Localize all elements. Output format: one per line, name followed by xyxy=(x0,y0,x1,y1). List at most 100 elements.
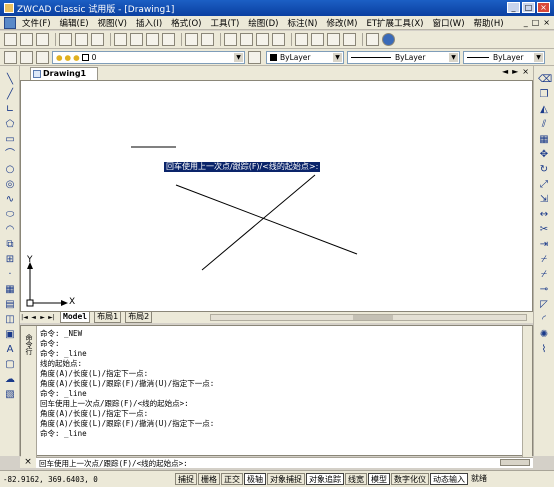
rotate-icon[interactable]: ↻ xyxy=(538,164,550,176)
print-icon[interactable] xyxy=(59,33,72,46)
extend-icon[interactable]: ⇥ xyxy=(538,239,550,251)
tab-layout2[interactable]: 布局2 xyxy=(125,312,153,323)
command-horizontal-scrollbar[interactable] xyxy=(500,459,530,466)
polar-toggle[interactable]: 极轴 xyxy=(244,473,266,485)
layer-select[interactable]: ● ● ● 0 ▼ xyxy=(52,50,245,64)
menu-edit[interactable]: 编辑(E) xyxy=(60,17,89,29)
undo-icon[interactable] xyxy=(185,33,198,46)
arc-icon[interactable]: ⌒ xyxy=(4,149,16,161)
ortho-toggle[interactable]: 正交 xyxy=(221,473,243,485)
copy-object-icon[interactable]: ❐ xyxy=(538,89,550,101)
fillet-icon[interactable]: ◜ xyxy=(538,314,550,326)
make-object-layer-current-icon[interactable] xyxy=(248,50,261,64)
menu-et-tools[interactable]: ET扩展工具(X) xyxy=(366,17,423,29)
match-properties-icon[interactable] xyxy=(162,33,175,46)
tab-drawing1[interactable]: Drawing1 xyxy=(30,67,98,80)
drawing-canvas[interactable]: Y X 回车使用上一次点/跟踪(F)/<线的起始点>: xyxy=(20,80,533,312)
offset-icon[interactable]: ⫽ xyxy=(538,119,550,131)
rectangle-icon[interactable]: ▭ xyxy=(4,134,16,146)
lineweight-select[interactable]: ByLayer ▼ xyxy=(463,50,545,64)
zoom-previous-icon[interactable] xyxy=(272,33,285,46)
grid-toggle[interactable]: 栅格 xyxy=(198,473,220,485)
explode-icon[interactable]: ✺ xyxy=(538,329,550,341)
tool-palette-icon[interactable] xyxy=(327,33,340,46)
polygon-icon[interactable]: ⬠ xyxy=(4,119,16,131)
markup-icon[interactable] xyxy=(366,33,379,46)
osnap-toggle[interactable]: 对象捕捉 xyxy=(267,473,305,485)
insert-block-icon[interactable]: ⧉ xyxy=(4,239,16,251)
array-icon[interactable]: ▦ xyxy=(538,134,550,146)
doc-minimize-button[interactable]: _ xyxy=(524,18,528,27)
layer-manager-icon[interactable] xyxy=(4,50,17,64)
open-icon[interactable] xyxy=(20,33,33,46)
otrack-toggle[interactable]: 对象追踪 xyxy=(306,473,344,485)
next-layout-button[interactable]: ► xyxy=(38,314,47,321)
publish-icon[interactable] xyxy=(91,33,104,46)
command-vertical-scrollbar[interactable] xyxy=(522,326,532,457)
menu-window[interactable]: 窗口(W) xyxy=(432,17,464,29)
break-at-point-icon[interactable]: ⌿ xyxy=(538,254,550,266)
command-window-close-button[interactable]: × xyxy=(20,457,36,468)
menu-modify[interactable]: 修改(M) xyxy=(326,17,357,29)
properties-icon[interactable] xyxy=(295,33,308,46)
menu-view[interactable]: 视图(V) xyxy=(98,17,127,29)
stretch-icon[interactable]: ⇲ xyxy=(538,194,550,206)
hatch-icon[interactable]: ▦ xyxy=(4,284,16,296)
design-center-icon[interactable] xyxy=(311,33,324,46)
menu-format[interactable]: 格式(O) xyxy=(171,17,201,29)
command-input[interactable]: 回车使用上一次点/跟踪(F)/<线的起始点>: xyxy=(36,457,533,468)
construction-line-icon[interactable]: ╱ xyxy=(4,89,16,101)
lengthen-icon[interactable]: ↔ xyxy=(538,209,550,221)
revision-cloud-icon[interactable]: ☁ xyxy=(4,374,16,386)
image-icon[interactable]: ▧ xyxy=(4,389,16,401)
linetype-select[interactable]: ByLayer ▼ xyxy=(347,50,460,64)
scale-icon[interactable]: ⤢ xyxy=(538,179,550,191)
menu-insert[interactable]: 插入(I) xyxy=(136,17,162,29)
minimize-button[interactable]: _ xyxy=(507,2,520,13)
doc-close-button[interactable]: × xyxy=(543,18,550,27)
layer-state-icon[interactable] xyxy=(20,50,33,64)
table-icon[interactable]: ▣ xyxy=(4,329,16,341)
gradient-icon[interactable]: ▤ xyxy=(4,299,16,311)
scrollbar-thumb[interactable] xyxy=(352,315,393,320)
zoom-window-icon[interactable] xyxy=(256,33,269,46)
tab-close-button[interactable]: × xyxy=(522,67,529,76)
multiline-text-icon[interactable]: A xyxy=(4,344,16,356)
save-icon[interactable] xyxy=(36,33,49,46)
document-menu-icon[interactable] xyxy=(4,16,16,29)
tab-next-button[interactable]: ► xyxy=(512,67,518,76)
ellipse-arc-icon[interactable]: ◠ xyxy=(4,224,16,236)
help-icon[interactable] xyxy=(382,33,395,46)
doc-restore-button[interactable]: □ xyxy=(532,18,540,27)
menu-file[interactable]: 文件(F) xyxy=(22,17,51,29)
make-block-icon[interactable]: ⊞ xyxy=(4,254,16,266)
tab-model[interactable]: Model xyxy=(60,312,91,323)
pan-icon[interactable] xyxy=(224,33,237,46)
tab-prev-button[interactable]: ◄ xyxy=(502,67,508,76)
region-icon[interactable]: ◫ xyxy=(4,314,16,326)
chamfer-icon[interactable]: ◸ xyxy=(538,299,550,311)
cut-icon[interactable] xyxy=(114,33,127,46)
menu-help[interactable]: 帮助(H) xyxy=(474,17,504,29)
command-window-handle[interactable]: 命令行 xyxy=(21,326,37,457)
zoom-realtime-icon[interactable] xyxy=(240,33,253,46)
layer-previous-icon[interactable] xyxy=(36,50,49,64)
prev-layout-button[interactable]: ◄ xyxy=(29,314,38,321)
first-layout-button[interactable]: |◄ xyxy=(20,314,29,321)
break-icon[interactable]: ⌿ xyxy=(538,269,550,281)
snap-toggle[interactable]: 捕捉 xyxy=(175,473,197,485)
spline-icon[interactable]: ∿ xyxy=(4,194,16,206)
redo-icon[interactable] xyxy=(201,33,214,46)
dynamic-input-toggle[interactable]: 动态输入 xyxy=(430,473,468,485)
print-preview-icon[interactable] xyxy=(75,33,88,46)
horizontal-scrollbar[interactable] xyxy=(210,314,527,321)
tab-layout1[interactable]: 布局1 xyxy=(94,312,122,323)
maximize-button[interactable]: □ xyxy=(522,2,535,13)
color-select[interactable]: ByLayer ▼ xyxy=(266,50,344,64)
donut-icon[interactable]: ◎ xyxy=(4,179,16,191)
polyline-icon[interactable]: ∟ xyxy=(4,104,16,116)
lineweight-toggle[interactable]: 线宽 xyxy=(345,473,367,485)
ellipse-icon[interactable]: ⬭ xyxy=(4,209,16,221)
mirror-icon[interactable]: ◭ xyxy=(538,104,550,116)
menu-tools[interactable]: 工具(T) xyxy=(210,17,239,29)
